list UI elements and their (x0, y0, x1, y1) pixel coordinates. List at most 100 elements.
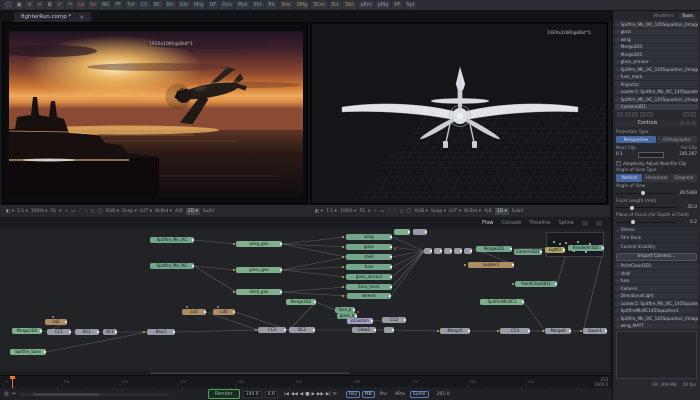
flow-node-Ld3[interactable]: Ld3 (182, 309, 206, 315)
tool-row[interactable]: ›Spitfire_Mk_IXC_145Squadron_(Image) (615, 315, 698, 322)
toolbar-tool-↷[interactable]: ↷ (66, 1, 74, 9)
panel-tab-console[interactable]: Console (502, 220, 522, 226)
aov-vertical-button[interactable]: Vertical (616, 174, 642, 182)
flow-node-Loader1[interactable]: Loader1 (468, 262, 514, 268)
focal-value[interactable]: 35.0 (681, 205, 697, 210)
flow-node-glass_armour[interactable]: glass_armour (346, 274, 392, 280)
toggle-aprx[interactable]: APrx (392, 391, 408, 398)
viewer-toolbar-item[interactable]: Snap ▾ (431, 209, 446, 214)
toolbar-tool-▣[interactable]: ▣ (15, 1, 24, 9)
flow-node-C8[interactable] (384, 327, 394, 333)
tool-option-icon[interactable] (625, 112, 631, 117)
pof-slider-knob[interactable] (631, 220, 635, 224)
lock-icon[interactable] (683, 112, 689, 117)
tool-row[interactable]: ›fuse (615, 278, 698, 285)
viewer-toolbar-item[interactable]: 1:1 ▾ (326, 209, 337, 214)
toolbar-tool-≡[interactable]: ≡ (25, 1, 33, 9)
tool-row[interactable]: ›SpitfireMkIXC145Squadron1 (615, 308, 698, 315)
toggle-some[interactable]: Some (410, 391, 429, 398)
viewer-toolbar-item[interactable]: ⌖ (59, 208, 62, 214)
toolbar-tool-DF[interactable]: DF (207, 1, 218, 9)
playback-button[interactable]: ▶▶ (317, 392, 324, 397)
tool-row[interactable]: ›fuse_mark (615, 74, 698, 81)
tool-row[interactable]: ›Projector (615, 81, 698, 88)
flow-node-CC2[interactable]: CC2 (382, 317, 406, 323)
playback-button[interactable]: ■ (305, 392, 309, 397)
toggle-mb[interactable]: MB (362, 391, 375, 398)
viewer-toolbar-item[interactable]: ⟍ (394, 208, 397, 214)
flow-node-Q1[interactable] (424, 248, 432, 254)
viewer-toolbar-item[interactable]: A|B (484, 209, 492, 214)
toolbar-tool-BC[interactable]: BC (152, 1, 163, 9)
tool-option-icon[interactable] (640, 112, 646, 117)
toolbar-tool-KF[interactable]: KF (392, 1, 402, 9)
composition-tab[interactable]: fighterRun.comp * × (14, 12, 91, 22)
timeline-ruler[interactable]: 0100200300400500600700800900 213 1000.0 (0, 375, 612, 388)
flow-node-wheels[interactable]: wheels (347, 293, 391, 299)
viewer-toolbar-item[interactable]: 1:1 ▾ (17, 209, 28, 214)
flow-node-Q2[interactable] (434, 248, 442, 254)
viewer-toolbar-item[interactable]: 100% ▾ (31, 209, 48, 214)
toolbar-tool-Sv[interactable]: Sv (88, 1, 98, 9)
toolbar-tool-⧉[interactable]: ⧉ (46, 1, 54, 9)
playback-button[interactable]: ▶| (326, 392, 331, 397)
aov-slider-knob[interactable] (641, 191, 645, 195)
toolbar-tool-Mrg[interactable]: Mrg (192, 1, 205, 9)
viewer-toolbar-item[interactable]: W:Brd ▾ (464, 209, 481, 214)
pin-icon[interactable] (692, 121, 696, 125)
flow-node-T1[interactable] (394, 229, 410, 235)
aov-diagonal-button[interactable]: Diagonal (671, 174, 697, 182)
flow-node-wing[interactable]: wing (346, 234, 392, 240)
flow-node-BC2[interactable]: BC2 (289, 327, 315, 333)
aov-slider[interactable] (616, 193, 676, 194)
viewer-toolbar-item[interactable]: Snap ▾ (122, 209, 137, 214)
flow-node-shell[interactable]: shell (346, 254, 392, 260)
flow-node-glass[interactable]: glass (346, 244, 392, 250)
toolbar-tool-Ld[interactable]: Ld (76, 1, 86, 9)
toolbar-tool-pEm[interactable]: pEm (358, 1, 373, 9)
viewer-toolbar-item[interactable]: ⊹ (64, 209, 68, 214)
toolbar-tool-Dsn[interactable]: Dsn (220, 1, 234, 9)
tool-row[interactable]: ›glass (615, 29, 698, 36)
flow-node-CC4[interactable]: CC4 (500, 328, 530, 334)
viewer-toolbar-item[interactable]: ◯ (406, 209, 411, 214)
import-camera-button[interactable]: Import Camera... (616, 253, 697, 261)
toolbar-tool-FF[interactable]: FF (113, 1, 123, 9)
pof-slider[interactable] (616, 222, 678, 223)
render-button[interactable]: Render (208, 389, 240, 399)
viewer-toolbar-item[interactable]: ⟍ (85, 208, 88, 214)
toolbar-tool-3Mg[interactable]: 3Mg (295, 1, 310, 9)
tool-row[interactable]: ›Loader1: Spitfire_Mk_IXC_145Squadron_A.… (615, 89, 698, 96)
flow-node-shell_geo[interactable]: shell_geo (236, 289, 282, 295)
toggle-hiq[interactable]: HiQ (346, 391, 360, 398)
tool-option-icon[interactable] (632, 112, 638, 117)
panel-tab-flow[interactable]: Flow (482, 220, 493, 226)
flow-node-Ld4[interactable]: Ld4 (213, 309, 235, 315)
far-clip-value[interactable]: 245.267 (679, 152, 697, 157)
aov-horizontal-button[interactable]: Horizontal (643, 174, 669, 182)
playback-button[interactable]: ⟲ (333, 392, 337, 397)
flow-node-Spitfire_Mk_IXC[interactable]: Spitfire_Mk_IXC (150, 263, 194, 269)
toolbar-tool-3Cm[interactable]: 3Cm (311, 1, 327, 9)
flow-node-Camera3D1[interactable]: Camera3D1 (514, 249, 542, 255)
viewer-toolbar-item[interactable]: FS (50, 209, 55, 214)
toolbar-tool-3Rn[interactable]: 3Rn (343, 1, 357, 9)
viewer-toolbar-item[interactable]: ▭ (71, 209, 75, 214)
viewer-toolbar-item[interactable]: W:Brd ▾ (155, 209, 172, 214)
flow-node-Ld2[interactable]: Ld2 (45, 319, 67, 325)
viewer-toolbar-item[interactable]: ⊹ (373, 209, 377, 214)
viewer-toolbar-item[interactable]: 2D ▾ (495, 208, 509, 215)
flow-node-BC1[interactable]: BC1 (75, 329, 99, 335)
flow-node-Blur1[interactable]: Blur1 (147, 329, 175, 335)
toolbar-tool-Trk[interactable]: Trk (266, 1, 277, 9)
tool-row[interactable]: ›Merge3D3 (615, 44, 698, 51)
playback-button[interactable]: ◀ (300, 392, 303, 397)
near-clip-input[interactable] (638, 152, 664, 158)
viewer-toolbar-item[interactable]: ⟋ (78, 208, 81, 214)
flow-node-CC3[interactable]: CC3 (258, 327, 286, 333)
viewer-toolbar-item[interactable]: ▭ (380, 209, 384, 214)
toolbar-tool-3Lt[interactable]: 3Lt (329, 1, 341, 9)
viewer-toolbar-item[interactable]: A|B (175, 209, 183, 214)
viewer-toolbar-item[interactable]: ◧ ▾ (6, 209, 14, 214)
tool-row[interactable]: ›Loader2: Spitfire_Mk_IXC_145Squadron_A.… (615, 300, 698, 307)
